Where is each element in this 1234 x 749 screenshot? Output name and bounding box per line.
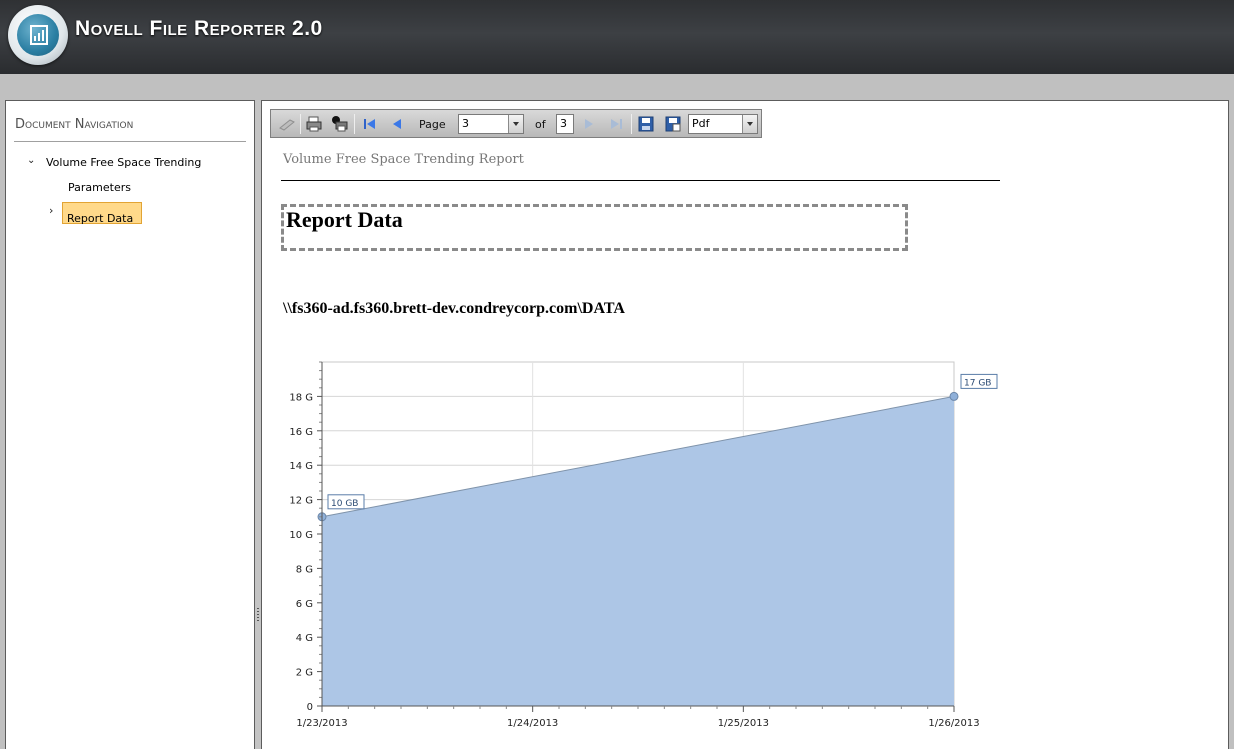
tree-item-parameters[interactable]: Parameters <box>68 181 131 194</box>
x-tick-label: 1/26/2013 <box>928 718 979 729</box>
export-format-select[interactable]: Pdf <box>688 114 758 134</box>
print-page-icon[interactable] <box>331 115 349 133</box>
section-title: Report Data <box>286 207 403 232</box>
tree-item-label: Report Data <box>67 212 134 225</box>
of-label: of <box>535 118 546 131</box>
document-navigation-panel: Document Navigation ⌄ Volume Free Space … <box>5 100 255 749</box>
save-icon[interactable] <box>637 115 655 133</box>
chevron-right-icon[interactable]: › <box>49 204 53 217</box>
report-subtitle: Volume Free Space Trending Report <box>283 152 524 167</box>
y-tick-label: 14 G <box>289 461 313 472</box>
volume-path: \\fs360-ad.fs360.brett-dev.condreycorp.c… <box>283 300 625 317</box>
x-tick-label: 1/25/2013 <box>718 718 769 729</box>
document-map-icon[interactable] <box>278 115 296 133</box>
report-chart-icon <box>17 14 59 56</box>
y-tick-label: 18 G <box>289 392 313 403</box>
toolbar-separator <box>631 114 632 134</box>
report-toolbar: Page 3 of 3 Pdf <box>270 109 762 138</box>
app-title: Novell File Reporter 2.0 <box>75 17 323 40</box>
navigation-title: Document Navigation <box>15 117 134 132</box>
chevron-down-icon[interactable]: ⌄ <box>27 155 35 166</box>
page-label: Page <box>419 118 446 131</box>
last-page-icon[interactable] <box>607 115 625 133</box>
chevron-down-icon[interactable] <box>508 115 523 133</box>
page-number-input[interactable]: 3 <box>458 114 524 134</box>
report-divider <box>281 180 1000 181</box>
total-pages: 3 <box>556 114 574 134</box>
navigation-divider <box>14 141 246 142</box>
toolbar-separator <box>354 114 355 134</box>
first-page-icon[interactable] <box>361 115 379 133</box>
x-tick-label: 1/23/2013 <box>296 718 347 729</box>
y-tick-label: 8 G <box>296 564 313 575</box>
y-tick-label: 0 <box>307 702 313 713</box>
app-header: Novell File Reporter 2.0 <box>0 0 1234 74</box>
x-tick-label: 1/24/2013 <box>507 718 558 729</box>
free-space-chart: 0 2 G 4 G 6 G 8 G 10 G 12 G 14 G 16 G 18 G 1/23/20… <box>289 361 998 729</box>
point-label: 17 GB <box>964 378 991 388</box>
y-tick-label: 12 G <box>289 496 313 507</box>
print-icon[interactable] <box>305 115 323 133</box>
point-label: 10 GB <box>331 499 358 509</box>
tree-item-report-data[interactable]: Report Data <box>62 202 142 225</box>
tree-item-volume-free-space-trending[interactable]: Volume Free Space Trending <box>46 156 201 169</box>
y-tick-label: 4 G <box>296 633 313 644</box>
data-point[interactable] <box>949 391 959 401</box>
y-tick-label: 2 G <box>296 668 313 679</box>
next-page-icon[interactable] <box>580 115 598 133</box>
export-icon[interactable] <box>664 115 682 133</box>
grip-icon <box>257 608 259 622</box>
app-logo <box>8 5 68 65</box>
export-format-value: Pdf <box>692 117 710 130</box>
previous-page-icon[interactable] <box>388 115 406 133</box>
report-data-section: Report Data <box>281 204 908 251</box>
chevron-down-icon[interactable] <box>742 115 757 133</box>
y-tick-label: 6 G <box>296 599 313 610</box>
y-tick-label: 10 G <box>289 530 313 541</box>
y-tick-label: 16 G <box>289 427 313 438</box>
page-number-value: 3 <box>462 117 469 130</box>
toolbar-separator <box>300 114 301 134</box>
